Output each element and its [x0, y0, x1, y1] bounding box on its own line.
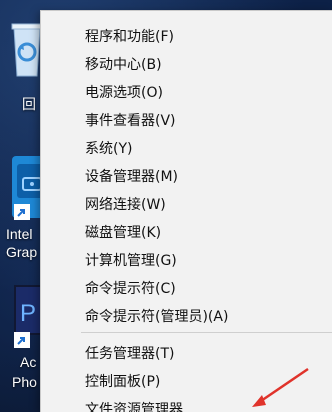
menu-item-mobility-center[interactable]: 移动中心(B): [41, 50, 332, 78]
annotation-arrow-icon: [252, 367, 309, 407]
menu-item-label: 网络连接(W): [85, 197, 166, 213]
menu-item-label: 任务管理器(T): [85, 346, 175, 362]
menu-item-label: 控制面板(P): [85, 374, 161, 390]
menu-divider: [81, 332, 332, 333]
menu-item-command-prompt[interactable]: 命令提示符(C): [41, 274, 332, 302]
intel-graphics-label-line1: Intel: [6, 226, 33, 242]
photoshop-label-line1: Ac: [20, 354, 37, 370]
menu-item-label: 电源选项(O): [85, 85, 163, 101]
menu-item-network-connections[interactable]: 网络连接(W): [41, 190, 332, 218]
recycle-bin-label: 回: [22, 96, 36, 112]
menu-item-computer-management[interactable]: 计算机管理(G): [41, 246, 332, 274]
shortcut-arrow-icon: [14, 204, 30, 220]
menu-item-device-manager[interactable]: 设备管理器(M): [41, 162, 332, 190]
menu-item-disk-management[interactable]: 磁盘管理(K): [41, 218, 332, 246]
winx-context-menu: 程序和功能(F) 移动中心(B) 电源选项(O) 事件查看器(V) 系统(Y) …: [40, 10, 332, 412]
menu-item-label: 命令提示符(C): [85, 281, 176, 297]
svg-text:P: P: [20, 300, 36, 327]
shortcut-arrow-icon: [14, 332, 30, 348]
menu-item-label: 文件资源管理器: [85, 402, 183, 412]
photoshop-label-line2: Pho: [12, 374, 37, 390]
menu-item-label: 命令提示符(管理员)(A): [85, 309, 229, 325]
menu-item-programs-features[interactable]: 程序和功能(F): [41, 22, 332, 50]
menu-item-label: 计算机管理(G): [85, 253, 177, 269]
menu-item-label: 设备管理器(M): [85, 169, 179, 185]
menu-item-task-manager[interactable]: 任务管理器(T): [41, 339, 332, 367]
menu-item-command-prompt-admin[interactable]: 命令提示符(管理员)(A): [41, 302, 332, 330]
menu-item-power-options[interactable]: 电源选项(O): [41, 78, 332, 106]
menu-item-label: 事件查看器(V): [85, 113, 176, 129]
menu-item-system[interactable]: 系统(Y): [41, 134, 332, 162]
intel-graphics-label-line2: Grap: [6, 244, 38, 260]
menu-item-label: 程序和功能(F): [85, 29, 174, 45]
menu-item-label: 磁盘管理(K): [85, 225, 162, 241]
menu-item-event-viewer[interactable]: 事件查看器(V): [41, 106, 332, 134]
menu-item-label: 系统(Y): [85, 141, 133, 157]
menu-item-label: 移动中心(B): [85, 57, 162, 73]
